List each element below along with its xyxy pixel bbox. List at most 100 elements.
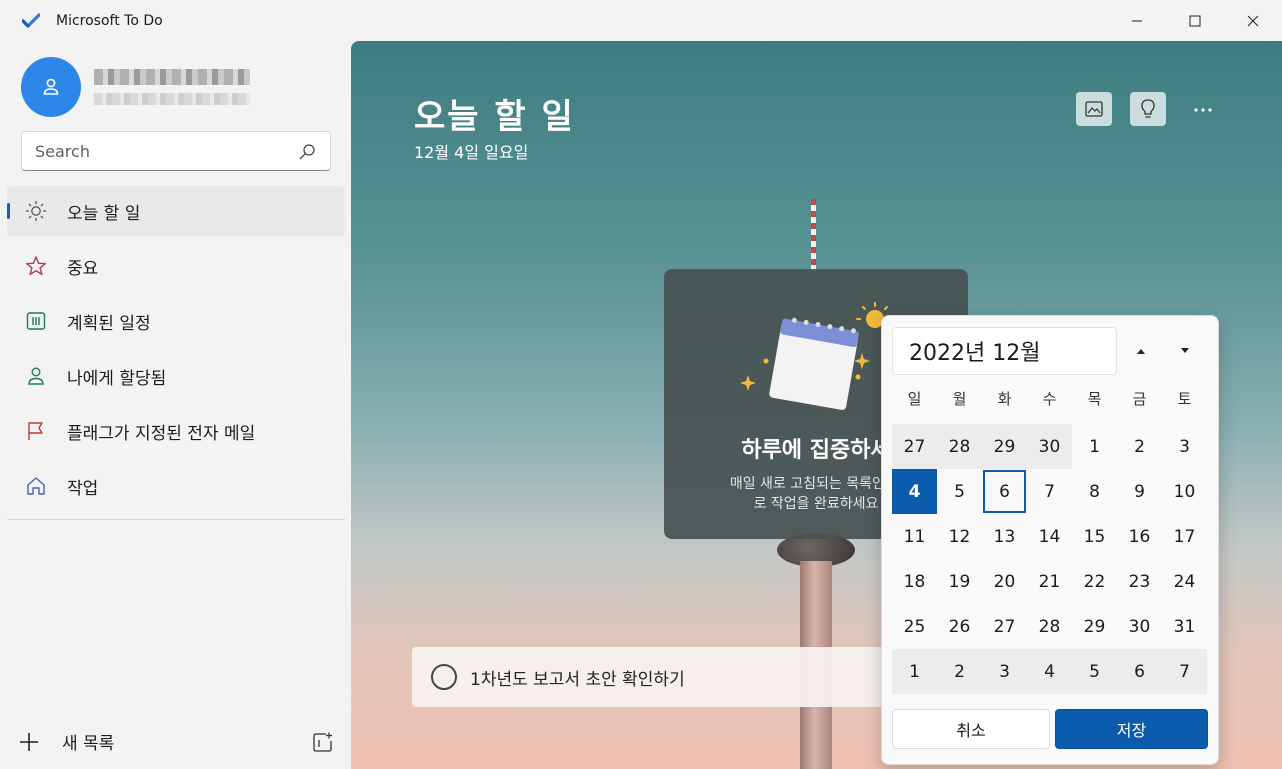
sidebar: 오늘 할 일 중요 계획된 일정 나에게 할당됨 플래그가 지정된: [0, 41, 351, 769]
calendar-day[interactable]: 5: [937, 469, 982, 514]
calendar-day[interactable]: 19: [937, 559, 982, 604]
calendar-day[interactable]: 16: [1117, 514, 1162, 559]
new-group-button[interactable]: [312, 731, 334, 757]
calendar-day[interactable]: 24: [1162, 559, 1207, 604]
new-list-button[interactable]: 새 목록: [18, 729, 114, 754]
calendar-day[interactable]: 27: [892, 424, 937, 469]
calendar-day[interactable]: 21: [1027, 559, 1072, 604]
page-title: 오늘 할 일: [414, 97, 575, 137]
calendar-day[interactable]: 28: [937, 424, 982, 469]
caret-down-icon: [1181, 348, 1189, 353]
calendar-day[interactable]: 17: [1162, 514, 1207, 559]
calendar-day[interactable]: 30: [1027, 424, 1072, 469]
sun-icon: [25, 200, 47, 222]
weekday-label: 일: [907, 390, 922, 408]
sidebar-divider: [7, 519, 345, 520]
calendar-day[interactable]: 12: [937, 514, 982, 559]
calendar-day[interactable]: 22: [1072, 559, 1117, 604]
cancel-button[interactable]: 취소: [892, 709, 1050, 749]
sidebar-item-label: 계획된 일정: [67, 313, 151, 334]
person-icon: [25, 365, 47, 387]
weekday-label: 금: [1132, 390, 1147, 408]
calendar-illustration-icon: [740, 302, 893, 410]
previous-month-button[interactable]: [1128, 338, 1154, 364]
sidebar-item-label: 작업: [67, 478, 99, 499]
search-box[interactable]: [21, 131, 331, 171]
calendar-day[interactable]: 14: [1027, 514, 1072, 559]
calendar-day[interactable]: 11: [892, 514, 937, 559]
task-complete-checkbox[interactable]: [431, 664, 457, 690]
weekday-header: 일월화수목금토: [892, 388, 1207, 409]
avatar[interactable]: [21, 57, 81, 117]
page-date: 12월 4일 일요일: [414, 143, 529, 162]
suggestions-button[interactable]: [1130, 92, 1166, 126]
calendar-day[interactable]: 7: [1162, 649, 1207, 694]
calendar-day[interactable]: 9: [1117, 469, 1162, 514]
sidebar-item-important[interactable]: 중요: [7, 241, 345, 291]
close-window-button[interactable]: [1224, 0, 1282, 41]
calendar-day[interactable]: 18: [892, 559, 937, 604]
calendar-day[interactable]: 30: [1117, 604, 1162, 649]
calendar-day[interactable]: 3: [982, 649, 1027, 694]
home-icon: [25, 475, 47, 497]
calendar-day[interactable]: 2: [1117, 424, 1162, 469]
save-button[interactable]: 저장: [1055, 709, 1208, 749]
sidebar-nav: 오늘 할 일 중요 계획된 일정 나에게 할당됨 플래그가 지정된 전자 메일 …: [7, 186, 345, 516]
caret-up-icon: [1137, 349, 1145, 354]
calendar-day[interactable]: 5: [1072, 649, 1117, 694]
todo-logo-icon: [22, 12, 40, 28]
calendar-day[interactable]: 13: [982, 514, 1027, 559]
sidebar-item-label: 플래그가 지정된 전자 메일: [67, 423, 256, 444]
lightbulb-icon: [1141, 99, 1155, 118]
task-item[interactable]: 1차년도 보고서 초안 확인하기: [412, 647, 942, 707]
calendar-day-today[interactable]: 6: [983, 470, 1026, 513]
more-options-button[interactable]: [1187, 95, 1219, 125]
flag-icon: [25, 420, 47, 442]
calendar-day[interactable]: 20: [982, 559, 1027, 604]
calendar-day[interactable]: 27: [982, 604, 1027, 649]
calendar-day[interactable]: 6: [1117, 649, 1162, 694]
calendar-day[interactable]: 23: [1117, 559, 1162, 604]
calendar-day[interactable]: 26: [937, 604, 982, 649]
month-year-button[interactable]: 2022년 12월: [892, 327, 1117, 375]
minimize-icon: [1132, 20, 1142, 21]
weekday-label: 수: [1042, 390, 1057, 408]
sidebar-item-planned[interactable]: 계획된 일정: [7, 296, 345, 346]
calendar-day[interactable]: 31: [1162, 604, 1207, 649]
background-settings-button[interactable]: [1076, 92, 1112, 126]
calendar-day[interactable]: 15: [1072, 514, 1117, 559]
calendar-day[interactable]: 1: [892, 649, 937, 694]
sidebar-item-label: 오늘 할 일: [67, 203, 141, 224]
sidebar-item-assigned[interactable]: 나에게 할당됨: [7, 351, 345, 401]
calendar-day-selected[interactable]: 4: [892, 469, 937, 514]
minimize-button[interactable]: [1108, 0, 1166, 41]
calendar-day[interactable]: 8: [1072, 469, 1117, 514]
calendar-day[interactable]: 2: [937, 649, 982, 694]
sidebar-item-my-day[interactable]: 오늘 할 일: [7, 186, 345, 236]
search-icon[interactable]: [298, 143, 316, 161]
maximize-button[interactable]: [1166, 0, 1224, 41]
person-icon: [43, 78, 59, 95]
calendar-day[interactable]: 4: [1027, 649, 1072, 694]
maximize-icon: [1189, 15, 1201, 26]
title-bar: Microsoft To Do: [0, 0, 1282, 41]
close-icon: [1247, 15, 1259, 26]
calendar-day[interactable]: 1: [1072, 424, 1117, 469]
calendar-day[interactable]: 25: [892, 604, 937, 649]
next-month-button[interactable]: [1172, 338, 1198, 364]
calendar-day[interactable]: 28: [1027, 604, 1072, 649]
new-group-icon: [313, 732, 332, 752]
search-input[interactable]: [35, 141, 285, 161]
calendar-grid-icon: [25, 310, 47, 332]
sidebar-item-tasks[interactable]: 작업: [7, 461, 345, 511]
new-list-label: 새 목록: [62, 734, 115, 754]
sidebar-item-flagged[interactable]: 플래그가 지정된 전자 메일: [7, 406, 345, 456]
calendar-day[interactable]: 7: [1027, 469, 1072, 514]
sidebar-item-label: 중요: [67, 258, 99, 279]
date-picker-popup: 2022년 12월 일월화수목금토 27 28 29 30 1 2 3 4 5 6 7 8 9 10 11 1…: [881, 315, 1219, 765]
calendar-day[interactable]: 3: [1162, 424, 1207, 469]
calendar-day[interactable]: 29: [982, 424, 1027, 469]
calendar-day[interactable]: 29: [1072, 604, 1117, 649]
account-email-redacted: [94, 93, 250, 105]
calendar-day[interactable]: 10: [1162, 469, 1207, 514]
